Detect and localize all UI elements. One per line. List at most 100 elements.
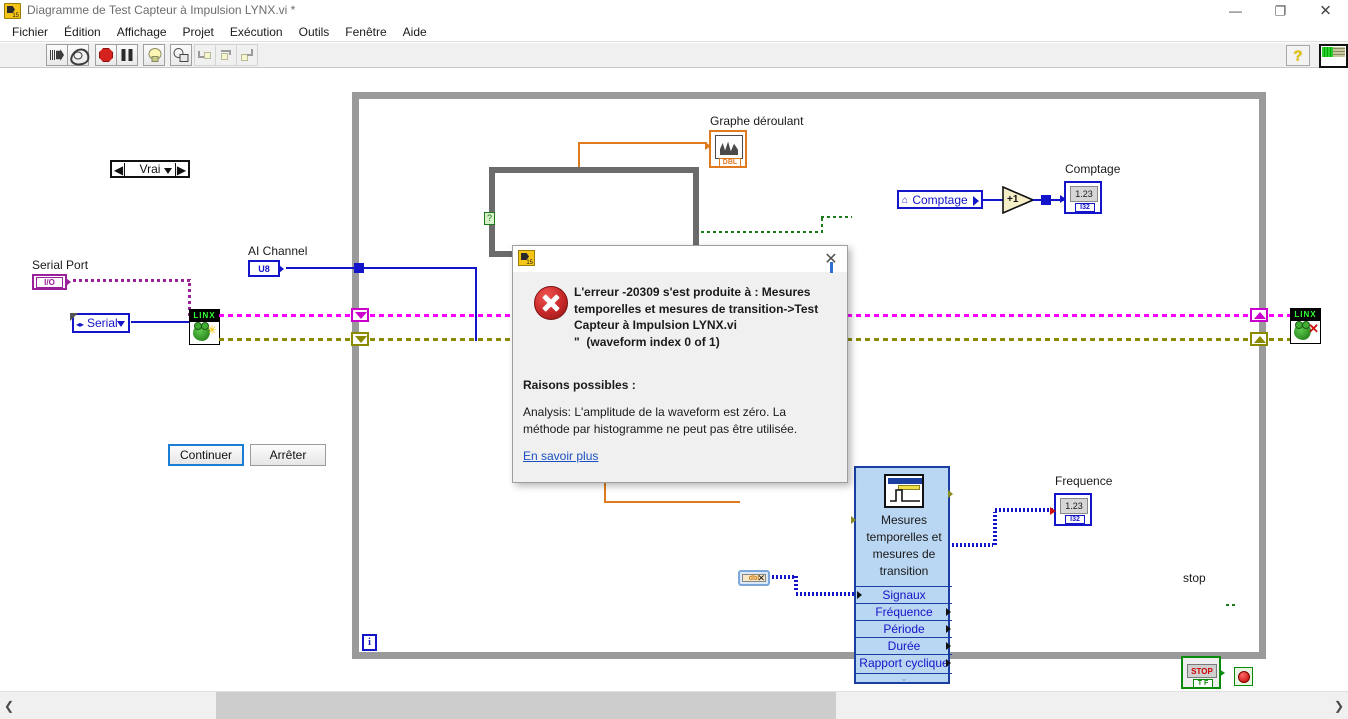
waveform-chart-terminal[interactable]: DBL — [705, 130, 747, 168]
menu-affichage[interactable]: Affichage — [109, 23, 175, 41]
step-into-icon — [198, 49, 212, 61]
express-terminal-rapport-cyclique[interactable]: Rapport cyclique — [856, 654, 952, 671]
learn-more-link[interactable]: En savoir plus — [523, 449, 598, 463]
graphe-deroulant-label: Graphe déroulant — [710, 114, 804, 128]
menu-outils[interactable]: Outils — [291, 23, 338, 41]
menu-execution[interactable]: Exécution — [222, 23, 291, 41]
menu-fenetre[interactable]: Fenêtre — [337, 23, 394, 41]
wire-serial-refnum-h1 — [73, 279, 191, 282]
stop-execution-button[interactable]: Arrêter — [250, 444, 326, 466]
abort-stop-icon — [99, 48, 113, 62]
local-variable-comptage[interactable]: ⌂ Comptage — [897, 190, 983, 209]
serial-port-terminal[interactable]: I/O — [32, 274, 71, 290]
case-selector-terminal[interactable]: ? — [484, 212, 495, 225]
case-next-arrow[interactable]: ▶ — [175, 163, 187, 177]
retain-wire-values-icon — [173, 48, 189, 62]
pulse-measurement-icon — [884, 474, 924, 508]
pulse-waveform-icon — [890, 489, 920, 502]
wire-bool-to-case-v — [821, 216, 823, 233]
loop-conditional-terminal[interactable] — [1234, 667, 1253, 686]
labview-vi-icon — [518, 250, 535, 266]
timing-transition-measurements-vi[interactable]: Mesures temporelles et mesures de transi… — [851, 466, 953, 684]
step-over-icon — [219, 49, 233, 61]
loop-tunnel-cluster-in[interactable] — [351, 308, 369, 322]
minimize-button[interactable]: — — [1213, 0, 1258, 22]
express-terminal-signaux[interactable]: Signaux — [856, 586, 952, 603]
scrollbar-thumb[interactable] — [216, 692, 836, 719]
comptage-type-label: I32 — [1075, 203, 1095, 212]
maximize-icon: ❐ — [1274, 3, 1287, 19]
abort-execution-button[interactable] — [95, 44, 117, 66]
loop-tunnel-error-out[interactable] — [1250, 332, 1268, 346]
ai-channel-terminal[interactable]: U8 — [248, 260, 284, 277]
local-variable-icon: ⌂ — [902, 195, 909, 206]
express-vi-input-lug — [851, 516, 856, 524]
frequence-type-label: I32 — [1065, 515, 1085, 524]
step-out-button[interactable] — [236, 44, 258, 66]
linx-open-node[interactable]: LINX ✳ — [189, 309, 220, 345]
menu-edition[interactable]: Édition — [56, 23, 109, 41]
stop-boolean-control[interactable]: STOP T F — [1181, 656, 1225, 689]
ai-channel-type-label: U8 — [258, 263, 270, 274]
possible-reasons-body: Analysis: L'amplitude de la waveform est… — [523, 405, 798, 436]
wire-ai-channel-h2 — [364, 267, 477, 269]
express-terminal-duree[interactable]: Durée — [856, 637, 952, 654]
terminal-output-arrow — [946, 642, 951, 650]
run-button[interactable] — [46, 44, 68, 66]
serial-port-type-label: I/O — [36, 276, 63, 288]
wire-freq-h1 — [950, 543, 997, 547]
pause-icon — [121, 49, 133, 61]
express-vi-expand-chevron[interactable]: ⌄ — [856, 673, 952, 683]
express-terminal-frequence[interactable]: Fréquence — [856, 603, 952, 620]
case-output-tunnel[interactable] — [1041, 195, 1051, 205]
dialog-close-button[interactable]: ✕ — [819, 248, 843, 273]
context-help-button[interactable]: ? — [1286, 45, 1310, 66]
wire-cluster-right — [1269, 314, 1291, 317]
retain-wire-values-button[interactable] — [170, 44, 192, 66]
pause-button[interactable] — [116, 44, 138, 66]
ai-channel-label: AI Channel — [248, 244, 308, 258]
case-structure[interactable] — [489, 167, 699, 257]
menu-bar: Fichier Édition Affichage Projet Exécuti… — [0, 22, 1348, 42]
linx-label: LINX — [1291, 309, 1320, 321]
comptage-label: Comptage — [1065, 162, 1121, 176]
frequence-indicator[interactable]: 1.23 I32 — [1050, 493, 1092, 526]
linx-close-node[interactable]: LINX ✕ — [1290, 308, 1321, 344]
close-button[interactable]: ✕ — [1303, 0, 1348, 22]
increment-node[interactable]: +1 — [1002, 185, 1036, 215]
chevron-down-icon[interactable] — [164, 168, 172, 174]
scrollbar-track[interactable] — [18, 692, 1330, 719]
chevron-down-icon[interactable] — [117, 321, 125, 327]
highlight-execution-button[interactable] — [143, 44, 165, 66]
menu-fichier[interactable]: Fichier — [4, 23, 56, 41]
scroll-right-arrow[interactable]: ❯ — [1330, 692, 1348, 719]
loop-tunnel-error-in[interactable] — [351, 332, 369, 346]
wire-error-left — [219, 338, 354, 341]
to-waveform-conversion-node[interactable]: dbl ✕ — [738, 570, 770, 586]
terminal-output-arrow — [946, 659, 951, 667]
case-selector-label[interactable]: ◀ Vrai ▶ — [110, 160, 190, 178]
terminal-input-arrow — [1060, 195, 1066, 203]
loop-tunnel-cluster-out[interactable] — [1250, 308, 1268, 322]
express-vi-output-lug — [948, 490, 953, 498]
close-x-icon: ✕ — [1308, 321, 1319, 336]
continue-button[interactable]: Continuer — [168, 444, 244, 466]
menu-aide[interactable]: Aide — [395, 23, 435, 41]
wire-ai-channel-v — [475, 267, 477, 341]
loop-iteration-terminal[interactable]: i — [362, 634, 377, 651]
wire-freq-h2 — [993, 508, 1055, 512]
run-continuously-button[interactable] — [67, 44, 89, 66]
case-prev-arrow[interactable]: ◀ — [113, 163, 125, 177]
serial-enum-control[interactable]: ◂▸ Serial — [70, 313, 130, 333]
step-over-button[interactable] — [215, 44, 237, 66]
scroll-left-arrow[interactable]: ❮ — [0, 692, 18, 719]
enum-updown-icon[interactable]: ◂▸ — [76, 320, 85, 330]
horizontal-scrollbar[interactable]: ❮ ❯ — [0, 691, 1348, 719]
comptage-indicator[interactable]: 1.23 I32 — [1060, 181, 1102, 214]
step-into-button[interactable] — [194, 44, 216, 66]
maximize-button[interactable]: ❐ — [1258, 0, 1303, 22]
error-dialog[interactable]: ✕ L'erreur -20309 s'est produite à : Mes… — [512, 245, 848, 483]
vi-thumbnail-icon[interactable] — [1319, 44, 1348, 68]
express-terminal-periode[interactable]: Période — [856, 620, 952, 637]
menu-projet[interactable]: Projet — [175, 23, 222, 41]
